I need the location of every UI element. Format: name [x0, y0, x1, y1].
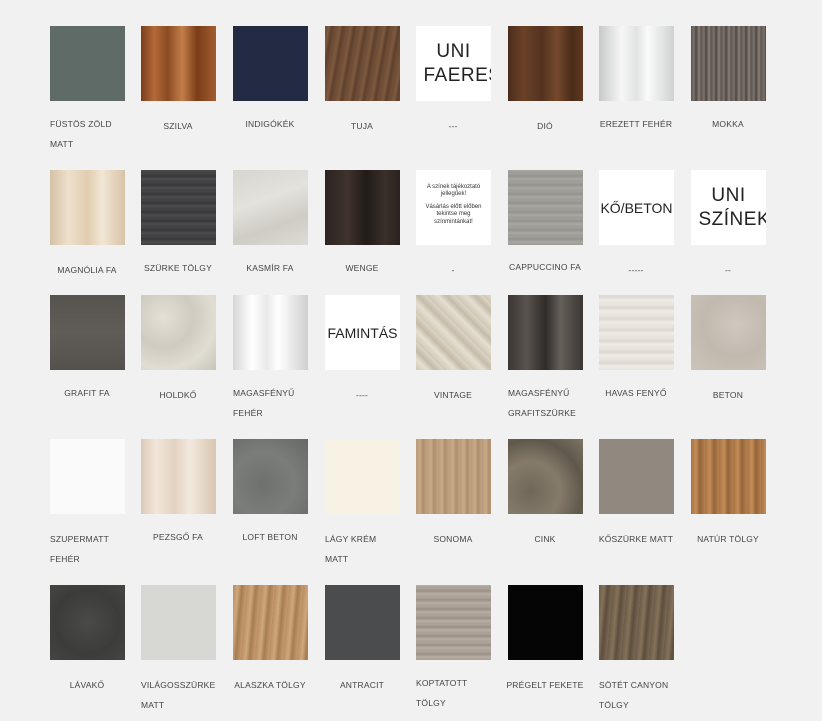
swatch-label: LÁVAKŐ [69, 680, 105, 690]
swatch-szilva[interactable] [141, 26, 216, 101]
swatch-indigokek[interactable] [233, 26, 308, 101]
swatch-label: HAVAS FENYŐ [605, 388, 667, 398]
category-tile-uni-faeres[interactable]: UNI FAERES [416, 26, 491, 101]
swatch-sotet-canyon-tolgy[interactable] [599, 585, 674, 660]
swatch-label: FÜSTÖS ZÖLD MATT [50, 119, 112, 149]
swatch-lagy-krem-matt[interactable] [325, 439, 400, 514]
swatch-beton[interactable] [691, 295, 766, 370]
swatch-koszurke-matt[interactable] [599, 439, 674, 514]
notice-line: A színek tájékoztató jellegűek! [426, 183, 481, 198]
swatch-cappuccino-fa[interactable] [508, 170, 583, 245]
swatch-kasmir-fa[interactable] [233, 170, 308, 245]
category-title: UNI FAERES [423, 40, 492, 86]
swatch-fustos-zold-matt[interactable] [50, 26, 125, 101]
swatch-pregelt-fekete[interactable] [508, 585, 583, 660]
swatch-sonoma[interactable] [416, 439, 491, 514]
swatch-havas-fenyo[interactable] [599, 295, 674, 370]
swatch-wenge[interactable] [325, 170, 400, 245]
swatch-grafit-fa[interactable] [50, 295, 125, 370]
swatch-label: TUJA [350, 121, 374, 131]
swatch-label: ALASZKA TÖLGY [234, 680, 306, 690]
swatch-label: VILÁGOSSZÜRKE MATT [141, 680, 216, 710]
swatch-pezsgo-fa[interactable] [141, 439, 216, 514]
category-title: KŐ/BETON [600, 199, 673, 216]
swatch-label: NATÚR TÖLGY [697, 534, 759, 544]
swatch-magnolia-fa[interactable] [50, 170, 125, 245]
swatch-label: KOPTATOTT TÖLGY [416, 678, 468, 708]
swatch-alaszka-tolgy[interactable] [233, 585, 308, 660]
swatch-antracit[interactable] [325, 585, 400, 660]
swatch-magasfenyu-feher[interactable] [233, 295, 308, 370]
swatch-label: DIÓ [537, 121, 553, 131]
swatch-label: - [451, 265, 455, 275]
category-tile-famintas[interactable]: FAMINTÁS [325, 295, 400, 370]
info-notice-tile: A színek tájékoztató jellegűek! Vásárlás… [416, 170, 491, 245]
swatch-natur-tolgy[interactable] [691, 439, 766, 514]
swatch-label: PRÉGELT FEKETE [506, 680, 584, 690]
swatch-label: MAGNÓLIA FA [57, 265, 117, 275]
swatch-magasfenyu-grafitszurke[interactable] [508, 295, 583, 370]
swatch-label: EREZETT FEHÉR [599, 119, 673, 129]
swatch-label: SONOMA [433, 534, 473, 544]
swatch-label: WENGE [345, 263, 379, 273]
swatch-label: BETON [712, 390, 744, 400]
swatch-label: ----- [628, 265, 644, 275]
swatch-label: KŐSZÜRKE MATT [598, 534, 674, 544]
swatch-szurke-tolgy[interactable] [141, 170, 216, 245]
swatch-label: INDIGÓKÉK [245, 119, 295, 129]
swatch-holdko[interactable] [141, 295, 216, 370]
swatch-label: PEZSGŐ FA [153, 532, 203, 542]
swatch-loft-beton[interactable] [233, 439, 308, 514]
swatch-lavako[interactable] [50, 585, 125, 660]
swatch-koptatott-tolgy[interactable] [416, 585, 491, 660]
swatch-label: HOLDKŐ [159, 390, 197, 400]
swatch-label: GRAFIT FA [64, 388, 110, 398]
swatch-label: CINK [534, 534, 556, 544]
swatch-cink[interactable] [508, 439, 583, 514]
swatch-label: SÖTÉT CANYON TÖLGY [599, 680, 669, 710]
swatch-label: MAGASFÉNYŰ FEHÉR [233, 388, 295, 418]
swatch-label: CAPPUCCINO FA [508, 262, 582, 272]
swatch-label: ---- [355, 390, 369, 400]
info-notice: A színek tájékoztató jellegűek! Vásárlás… [416, 184, 491, 232]
swatch-label: ANTRACIT [339, 680, 385, 690]
swatch-szupermatt-feher[interactable] [50, 439, 125, 514]
swatch-label: LOFT BETON [242, 532, 298, 542]
swatch-tuja[interactable] [325, 26, 400, 101]
swatch-label: --- [448, 121, 458, 131]
swatch-vilagosszurke-matt[interactable] [141, 585, 216, 660]
notice-line: Vásárlás előtt előben tekintse meg színm… [425, 203, 482, 225]
swatch-label: MAGASFÉNYŰ GRAFITSZÜRKE [508, 388, 577, 418]
category-tile-uni-szinek[interactable]: UNI SZÍNEK [691, 170, 766, 245]
swatch-label: KASMÍR FA [246, 263, 294, 273]
swatch-dio[interactable] [508, 26, 583, 101]
swatch-label: LÁGY KRÉM MATT [325, 534, 377, 564]
swatch-label: SZUPERMATT FEHÉR [50, 534, 109, 564]
category-title: UNI SZÍNEK [698, 184, 767, 230]
swatch-label: SZÜRKE TÖLGY [144, 263, 212, 273]
category-title: FAMINTÁS [327, 324, 398, 341]
category-tile-ko-beton[interactable]: KŐ/BETON [599, 170, 674, 245]
swatch-label: -- [724, 265, 732, 275]
swatch-mokka[interactable] [691, 26, 766, 101]
swatch-label: SZILVA [163, 121, 193, 131]
swatch-label: MOKKA [712, 119, 744, 129]
swatch-vintage[interactable] [416, 295, 491, 370]
swatch-label: VINTAGE [433, 390, 473, 400]
swatch-erezett-feher[interactable] [599, 26, 674, 101]
